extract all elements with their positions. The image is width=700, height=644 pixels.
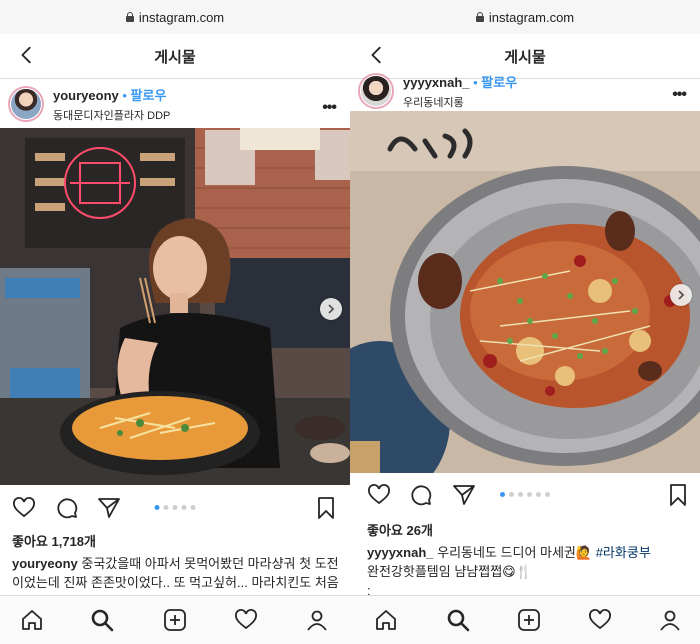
caption-text-line2: 완전강핫플템임 냠냠쩝쩝😋🍴	[367, 564, 532, 579]
post-actions	[0, 492, 350, 528]
post-actions	[350, 479, 700, 515]
post-photo[interactable]	[0, 128, 350, 485]
carousel-dot	[190, 505, 196, 510]
browser-url-bar[interactable]: instagram.com	[350, 0, 700, 35]
carousel-indicator	[500, 492, 550, 497]
carousel-dot	[154, 505, 160, 510]
profile-icon[interactable]	[658, 608, 682, 632]
post-author-row: youryeony • 팔로우 동대문디자인플라자 DDP •••	[0, 79, 350, 129]
post-header: 게시물	[0, 34, 350, 79]
save-bookmark-icon[interactable]	[314, 496, 338, 520]
avatar[interactable]	[8, 86, 44, 122]
back-arrow-icon[interactable]	[16, 44, 38, 66]
browser-url-bar[interactable]: instagram.com	[0, 0, 350, 35]
separator: •	[118, 88, 131, 103]
like-count[interactable]: 좋아요 1,718개	[12, 531, 96, 550]
search-icon[interactable]	[446, 608, 470, 632]
url-text: instagram.com	[488, 9, 575, 25]
lock-icon	[125, 12, 134, 22]
search-icon[interactable]	[90, 608, 114, 632]
post-caption: youryeony 중국갔을때 아파서 못먹어봤던 마라샹궈 첫 도전이었는데 …	[12, 554, 340, 592]
home-icon[interactable]	[20, 608, 44, 632]
caption-username[interactable]: yyyyxnah_	[367, 545, 434, 560]
like-heart-icon[interactable]	[367, 483, 391, 507]
share-icon[interactable]	[452, 483, 476, 507]
carousel-dot	[518, 492, 523, 497]
separator: •	[469, 75, 482, 90]
carousel-dot	[163, 505, 169, 510]
carousel-dot	[509, 492, 514, 497]
username[interactable]: yyyyxnah_	[403, 75, 470, 90]
save-bookmark-icon[interactable]	[666, 483, 690, 507]
page-title: 게시물	[504, 48, 546, 66]
like-count[interactable]: 좋아요 26개	[367, 520, 433, 539]
location-link[interactable]: 우리동네지롱	[403, 94, 517, 110]
post-author-row: yyyyxnah_ • 팔로우 우리동네지롱 •••	[350, 66, 700, 116]
username[interactable]: youryeony	[53, 88, 119, 103]
post-photo[interactable]	[350, 111, 700, 473]
follow-button[interactable]: 팔로우	[131, 88, 167, 103]
url-text: instagram.com	[138, 9, 225, 25]
more-options-icon[interactable]: •••	[672, 86, 687, 104]
post-screen-right: instagram.com 게시물 yyyyxnah_ • 팔로우 우리동네지롱…	[350, 0, 700, 644]
carousel-dot	[527, 492, 532, 497]
carousel-next-icon[interactable]	[320, 298, 342, 320]
carousel-next-icon[interactable]	[670, 284, 692, 306]
caption-username[interactable]: youryeony	[12, 556, 78, 571]
avatar[interactable]	[358, 73, 394, 109]
carousel-dot	[545, 492, 550, 497]
back-arrow-icon[interactable]	[366, 44, 388, 66]
add-post-icon[interactable]	[517, 608, 541, 632]
lock-icon	[475, 12, 484, 22]
follow-button[interactable]: 팔로우	[481, 75, 517, 90]
share-icon[interactable]	[97, 496, 121, 520]
carousel-dot	[172, 505, 178, 510]
comment-icon[interactable]	[55, 496, 79, 520]
more-options-icon[interactable]: •••	[322, 99, 337, 117]
carousel-dot	[536, 492, 541, 497]
profile-icon[interactable]	[305, 608, 329, 632]
like-heart-icon[interactable]	[12, 496, 36, 520]
page-title: 게시물	[154, 48, 196, 66]
bottom-nav	[0, 595, 350, 644]
hashtag-link[interactable]: #라화쿵부	[596, 545, 651, 560]
carousel-dot	[181, 505, 187, 510]
activity-heart-icon[interactable]	[588, 608, 612, 632]
bottom-nav	[350, 595, 700, 644]
post-caption: yyyyxnah_ 우리동네도 드디어 마세권🙋 #라화쿵부 완전강핫플템임 냠…	[367, 543, 690, 600]
carousel-dot	[500, 492, 505, 497]
location-link[interactable]: 동대문디자인플라자 DDP	[53, 107, 170, 123]
add-post-icon[interactable]	[163, 608, 187, 632]
carousel-indicator	[154, 505, 196, 510]
post-screen-left: instagram.com 게시물 youryeony • 팔로우 동대문디자인…	[0, 0, 350, 644]
comment-icon[interactable]	[409, 483, 433, 507]
caption-text: 우리동네도 드디어 마세권🙋	[433, 545, 596, 560]
home-icon[interactable]	[374, 608, 398, 632]
activity-heart-icon[interactable]	[234, 608, 258, 632]
